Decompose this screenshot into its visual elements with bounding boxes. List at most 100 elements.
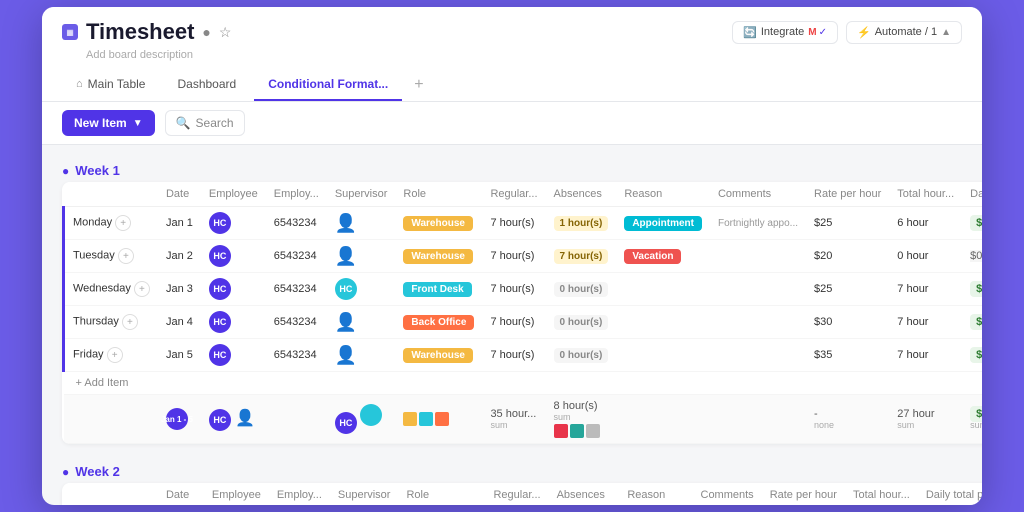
reason-cell <box>616 306 710 339</box>
day-cell: Friday + <box>64 339 158 372</box>
col-absences: Absences <box>546 182 617 207</box>
rate-cell: $30 <box>806 306 889 339</box>
table-row[interactable]: Monday + Jan 1 HC 6543234 👤 Warehouse 7 … <box>64 207 983 240</box>
add-row-button[interactable]: + <box>134 281 150 297</box>
total-hours-cell: 0 hour <box>889 240 962 273</box>
add-row-button[interactable]: + <box>122 314 138 330</box>
header-actions: 🔄 Integrate M ✓ ⚡ Automate / 1 ▲ <box>732 21 962 44</box>
role-badge: Warehouse <box>403 249 473 264</box>
role-cell: Warehouse <box>395 240 482 273</box>
role-cell: Warehouse <box>395 339 482 372</box>
new-item-button[interactable]: New Item ▼ <box>62 110 155 136</box>
supervisor-cell: HC <box>327 273 396 306</box>
comments-cell <box>710 306 806 339</box>
absence-badge: 0 hour(s) <box>554 315 609 330</box>
week1-header: ● Week 1 <box>62 155 962 182</box>
table-row[interactable]: Thursday + Jan 4 HC 6543234 👤 Back Offic… <box>64 306 983 339</box>
col-employ: Employ... <box>266 182 327 207</box>
col-total-hours: Total hour... <box>889 182 962 207</box>
reason-badge: Vacation <box>624 249 681 264</box>
add-row-button[interactable]: + <box>115 215 131 231</box>
sum-daily-total-label: sum <box>970 420 982 430</box>
sum-absences: 8 hour(s) sum <box>546 395 617 444</box>
role-cell: Warehouse <box>395 207 482 240</box>
col-day-w2 <box>64 483 158 505</box>
absence-badge: 0 hour(s) <box>554 282 609 297</box>
week2-table: Date Employee Employ... Supervisor Role … <box>62 483 982 505</box>
sum-employee: HC 👤 <box>201 395 266 444</box>
tab-dashboard[interactable]: Dashboard <box>163 69 250 101</box>
sum-absences-label: sum <box>554 412 609 422</box>
employee-cell: HC <box>201 273 266 306</box>
day-cell: Tuesday + <box>64 240 158 273</box>
daily-total-cell: $245 <box>962 339 982 372</box>
role-cell: Back Office <box>395 306 482 339</box>
week1-table: Date Employee Employ... Supervisor Role … <box>62 182 982 444</box>
absences-cell: 0 hour(s) <box>546 339 617 372</box>
tab-main[interactable]: ⌂ Main Table <box>62 69 159 101</box>
avatar-person: 👤 <box>335 245 357 267</box>
role-badge: Back Office <box>403 315 474 330</box>
week2-toggle[interactable]: ● <box>62 465 69 479</box>
sum-rate: - none <box>806 395 889 444</box>
reason-badge: Appointment <box>624 216 702 231</box>
integrate-button[interactable]: 🔄 Integrate M ✓ <box>732 21 838 44</box>
board-description[interactable]: Add board description <box>86 49 962 61</box>
sum-total-hours: 27 hour sum <box>889 395 962 444</box>
avatar-person: 👤 <box>335 311 357 333</box>
rate-cell: $25 <box>806 207 889 240</box>
col-date-w2: Date <box>158 483 204 505</box>
reason-cell <box>616 339 710 372</box>
role-cell: Front Desk <box>395 273 482 306</box>
absences-cell: 1 hour(s) <box>546 207 617 240</box>
col-absences-w2: Absences <box>549 483 620 505</box>
regular-cell: 7 hour(s) <box>482 339 545 372</box>
daily-total-badge: $245 <box>970 347 982 363</box>
comments-cell <box>710 240 806 273</box>
week2-header: ● Week 2 <box>62 456 962 483</box>
sum-reason <box>616 395 710 444</box>
col-date: Date <box>158 182 201 207</box>
daily-total-cell: $150 <box>962 207 982 240</box>
search-box[interactable]: 🔍 Search <box>165 110 245 136</box>
daily-total-badge: $175 <box>970 281 982 297</box>
header-top: ▦ Timesheet ● ☆ 🔄 Integrate M ✓ ⚡ Automa… <box>62 19 962 45</box>
tab-add-button[interactable]: + <box>406 72 431 98</box>
automate-button[interactable]: ⚡ Automate / 1 ▲ <box>846 21 962 44</box>
table-row[interactable]: Tuesday + Jan 2 HC 6543234 👤 Warehouse 7… <box>64 240 983 273</box>
day-label: Wednesday <box>73 283 131 295</box>
sum-regular-label: sum <box>490 420 537 430</box>
table-row[interactable]: Wednesday + Jan 3 HC 6543234 HC Front De… <box>64 273 983 306</box>
employ-code-cell: 6543234 <box>266 240 327 273</box>
table-row[interactable]: Friday + Jan 5 HC 6543234 👤 Warehouse 7 … <box>64 339 983 372</box>
col-role: Role <box>395 182 482 207</box>
add-item-cell[interactable]: + Add Item <box>64 372 983 395</box>
regular-cell: 7 hour(s) <box>482 273 545 306</box>
comments-cell <box>710 339 806 372</box>
dot-red <box>554 424 568 438</box>
total-hours-cell: 6 hour <box>889 207 962 240</box>
tab-conditional[interactable]: Conditional Format... <box>254 69 402 101</box>
employ-code-cell: 6543234 <box>266 306 327 339</box>
employ-code-cell: 6543234 <box>266 273 327 306</box>
col-role-w2: Role <box>398 483 485 505</box>
col-supervisor: Supervisor <box>327 182 396 207</box>
day-cell: Monday + <box>64 207 158 240</box>
sum-comments <box>710 395 806 444</box>
tabs-bar: ⌂ Main Table Dashboard Conditional Forma… <box>62 69 962 101</box>
employee-cell: HC <box>201 306 266 339</box>
add-item-row[interactable]: + Add Item <box>64 372 983 395</box>
day-cell: Wednesday + <box>64 273 158 306</box>
comments-cell: Fortnightly appo... <box>710 207 806 240</box>
app-container: ▦ Timesheet ● ☆ 🔄 Integrate M ✓ ⚡ Automa… <box>42 7 982 505</box>
comments-cell <box>710 273 806 306</box>
add-row-button[interactable]: + <box>118 248 134 264</box>
regular-cell: 7 hour(s) <box>482 306 545 339</box>
sum-absence-dots <box>554 424 609 438</box>
col-reason-w2: Reason <box>619 483 692 505</box>
col-rate-w2: Rate per hour <box>762 483 845 505</box>
add-row-button[interactable]: + <box>107 347 123 363</box>
week1-toggle[interactable]: ● <box>62 164 69 178</box>
col-daily-total: Daily total p <box>962 182 982 207</box>
star-icon[interactable]: ☆ <box>219 24 232 41</box>
